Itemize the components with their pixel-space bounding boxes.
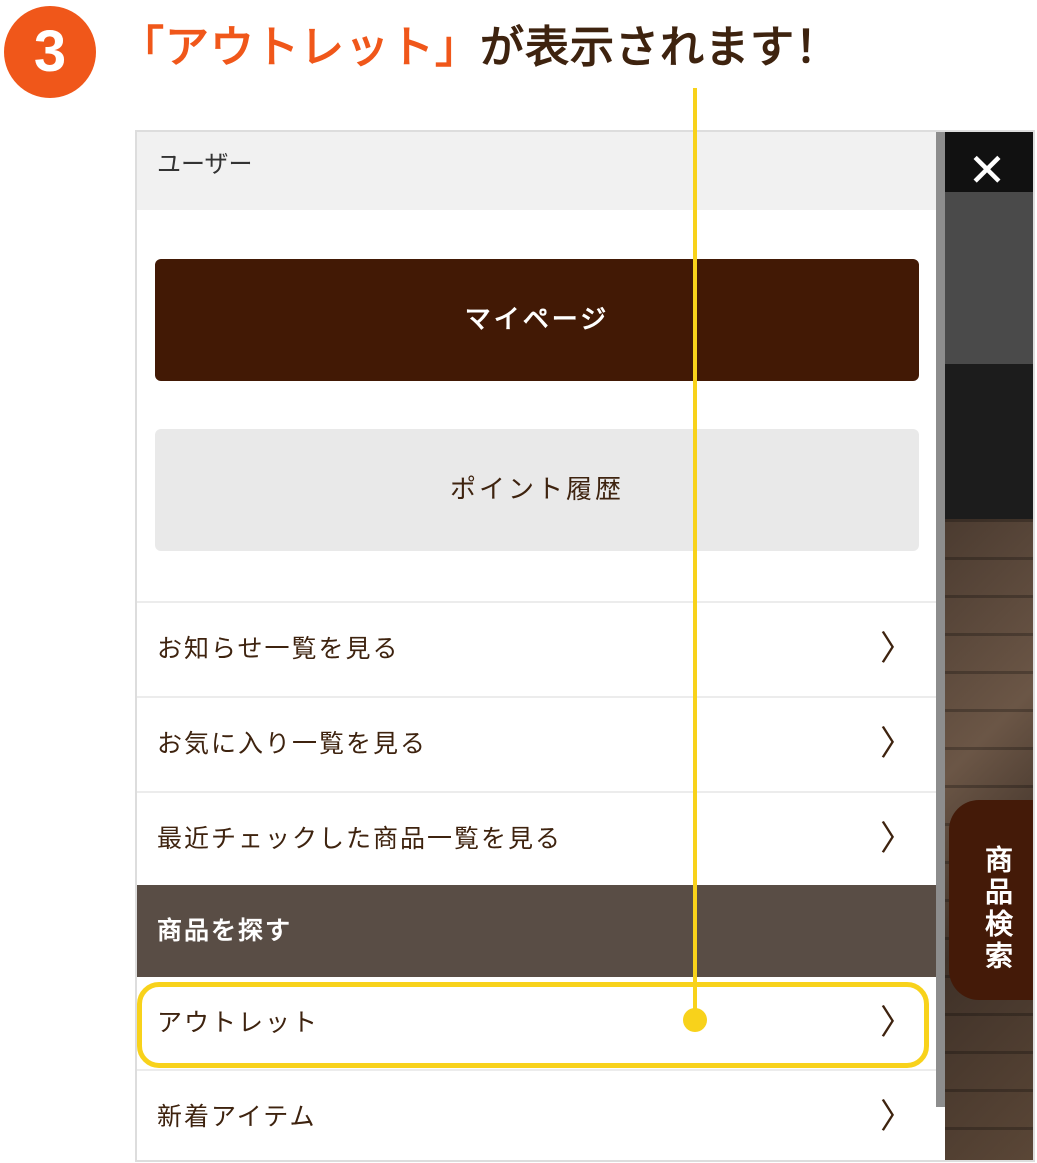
step-number-badge: 3 <box>4 6 96 98</box>
menu-item-label: 新着アイテム <box>157 1102 317 1131</box>
product-search-tab[interactable]: 商品検索 <box>949 800 1033 1000</box>
menu-item-label: 最近チェックした商品一覧を見る <box>157 824 563 853</box>
background-page <box>945 132 1033 1160</box>
callout-dot <box>683 1008 707 1032</box>
headline-rest: が表示されます！ <box>480 22 840 73</box>
callout-line <box>693 88 697 1020</box>
chevron-right-icon: 〉 <box>880 819 916 859</box>
scrollbar[interactable] <box>936 132 945 1107</box>
headline-accent: 「アウトレット」 <box>120 22 480 73</box>
chevron-right-icon: 〉 <box>880 629 916 669</box>
find-products-section-header: 商品を探す <box>137 885 936 977</box>
menu-item-new-arrivals[interactable]: 新着アイテム 〉 <box>137 1069 936 1160</box>
chevron-right-icon: 〉 <box>880 1097 916 1137</box>
point-history-button[interactable]: ポイント履歴 <box>155 429 919 551</box>
instruction-headline: 「アウトレット」が表示されます！ <box>120 8 840 88</box>
menu-item-recently-viewed[interactable]: 最近チェックした商品一覧を見る 〉 <box>137 791 936 886</box>
mypage-button[interactable]: マイページ <box>155 259 919 381</box>
menu-item-label: お気に入り一覧を見る <box>157 729 428 758</box>
user-section-header: ユーザー <box>137 132 936 210</box>
close-menu-button[interactable]: ✕ <box>965 147 1009 193</box>
outlet-highlight-frame <box>137 982 929 1068</box>
chevron-right-icon: 〉 <box>880 724 916 764</box>
menu-item-notifications[interactable]: お知らせ一覧を見る 〉 <box>137 601 936 696</box>
menu-item-label: お知らせ一覧を見る <box>157 634 400 663</box>
menu-item-favorites[interactable]: お気に入り一覧を見る 〉 <box>137 696 936 791</box>
